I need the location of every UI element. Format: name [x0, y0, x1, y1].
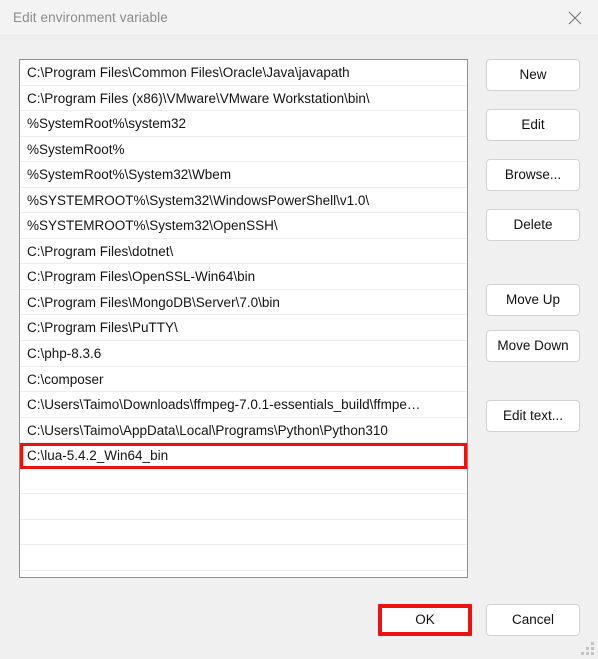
edit-text-button[interactable]: Edit text...	[486, 400, 580, 432]
list-item[interactable]: C:\Program Files (x86)\VMware\VMware Wor…	[20, 86, 467, 112]
list-item[interactable]: %SystemRoot%\System32\Wbem	[20, 162, 467, 188]
dialog-body: C:\Program Files\Common Files\Oracle\Jav…	[0, 36, 598, 659]
list-item[interactable]: C:\Users\Taimo\Downloads\ffmpeg-7.0.1-es…	[20, 392, 467, 418]
title-bar: Edit environment variable	[0, 0, 598, 36]
move-down-button[interactable]: Move Down	[486, 330, 580, 362]
list-item[interactable]: %SystemRoot%	[20, 137, 467, 163]
list-item[interactable]: C:\Users\Taimo\AppData\Local\Programs\Py…	[20, 418, 467, 444]
list-item-empty[interactable]	[20, 571, 467, 577]
move-up-button[interactable]: Move Up	[486, 284, 580, 316]
close-icon	[568, 11, 582, 25]
list-item[interactable]: C:\Program Files\MongoDB\Server\7.0\bin	[20, 290, 467, 316]
list-item-selected[interactable]: C:\lua-5.4.2_Win64_bin	[20, 443, 467, 469]
list-item[interactable]: C:\Program Files\OpenSSL-Win64\bin	[20, 264, 467, 290]
list-item[interactable]: C:\Program Files\dotnet\	[20, 239, 467, 265]
edit-button[interactable]: Edit	[486, 109, 580, 141]
close-button[interactable]	[552, 0, 598, 36]
path-list[interactable]: C:\Program Files\Common Files\Oracle\Jav…	[19, 59, 468, 578]
list-item[interactable]: C:\Program Files\Common Files\Oracle\Jav…	[20, 60, 467, 86]
list-item-empty[interactable]	[20, 494, 467, 520]
list-item-empty[interactable]	[20, 520, 467, 546]
list-item[interactable]: C:\php-8.3.6	[20, 341, 467, 367]
list-item[interactable]: %SYSTEMROOT%\System32\OpenSSH\	[20, 213, 467, 239]
list-item[interactable]: C:\composer	[20, 367, 467, 393]
list-item[interactable]: %SYSTEMROOT%\System32\WindowsPowerShell\…	[20, 188, 467, 214]
list-item[interactable]: %SystemRoot%\system32	[20, 111, 467, 137]
ok-button[interactable]: OK	[378, 604, 472, 636]
list-item-empty[interactable]	[20, 469, 467, 495]
list-item-empty[interactable]	[20, 545, 467, 571]
window-title: Edit environment variable	[13, 10, 168, 25]
cancel-button[interactable]: Cancel	[486, 604, 580, 636]
delete-button[interactable]: Delete	[486, 209, 580, 241]
list-item[interactable]: C:\Program Files\PuTTY\	[20, 315, 467, 342]
new-button[interactable]: New	[486, 59, 580, 91]
browse-button[interactable]: Browse...	[486, 159, 580, 191]
resize-grip-icon[interactable]	[581, 642, 594, 655]
